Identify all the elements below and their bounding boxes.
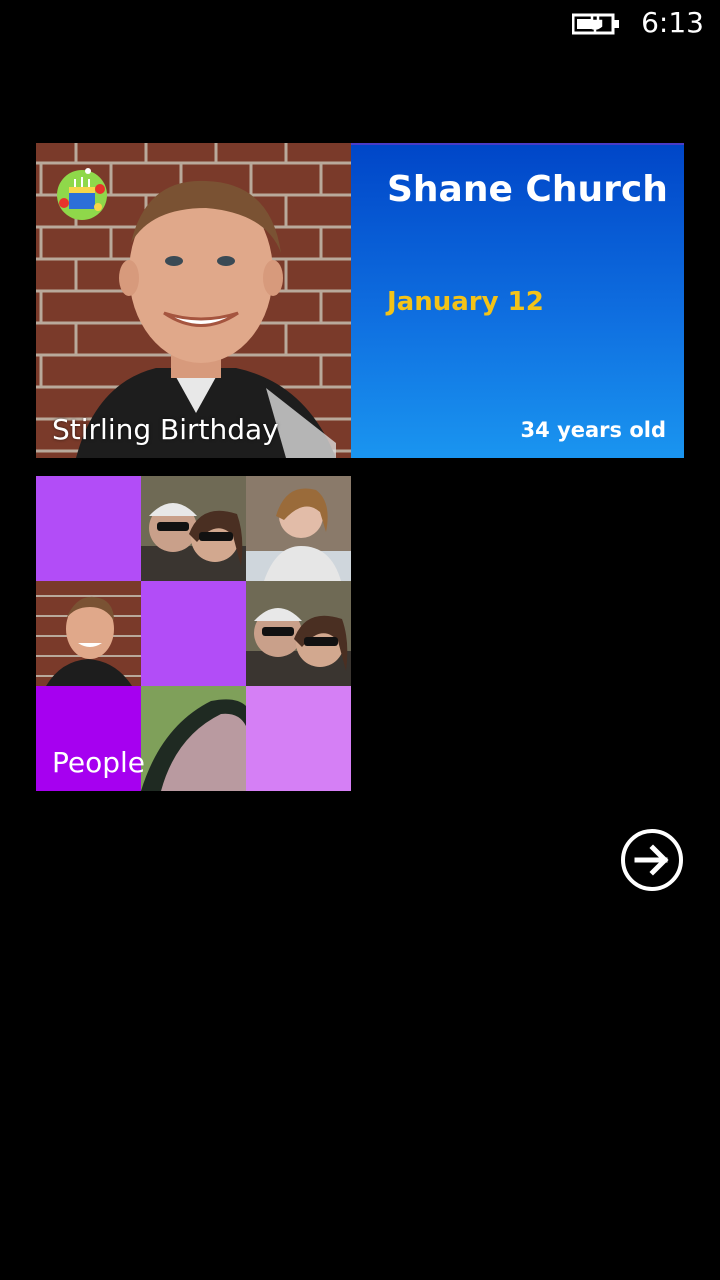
people-photo-cell bbox=[36, 581, 141, 686]
contact-name: Shane Church bbox=[387, 169, 668, 210]
people-tile-label: People bbox=[52, 746, 146, 779]
man-photo bbox=[36, 581, 141, 686]
birthday-date: January 12 bbox=[387, 287, 544, 317]
people-photo-cell bbox=[246, 476, 351, 581]
people-photo-cell bbox=[246, 581, 351, 686]
birthday-live-tile[interactable]: Stirling Birthday Shane Church January 1… bbox=[36, 143, 684, 458]
people-photo-cell bbox=[141, 476, 246, 581]
battery-charging-icon bbox=[572, 13, 619, 35]
people-live-tile[interactable]: People bbox=[36, 476, 351, 791]
arrow-right-circle-icon[interactable] bbox=[620, 828, 684, 892]
closeup-photo bbox=[141, 686, 246, 791]
people-color-cell bbox=[246, 686, 351, 791]
contact-photo: Stirling Birthday bbox=[36, 143, 351, 458]
woman-photo bbox=[246, 476, 351, 581]
two-women-photo bbox=[246, 581, 351, 686]
birthday-tile-label: Stirling Birthday bbox=[52, 413, 279, 446]
people-photo-cell bbox=[141, 686, 246, 791]
birthday-info-panel: Shane Church January 12 34 years old bbox=[351, 143, 684, 458]
two-women-photo bbox=[141, 476, 246, 581]
birthday-cake-icon bbox=[57, 168, 107, 220]
contact-age: 34 years old bbox=[520, 418, 666, 442]
status-bar: 6:13 bbox=[0, 0, 720, 48]
people-color-cell bbox=[36, 476, 141, 581]
clock: 6:13 bbox=[641, 6, 704, 39]
people-color-cell bbox=[141, 581, 246, 686]
